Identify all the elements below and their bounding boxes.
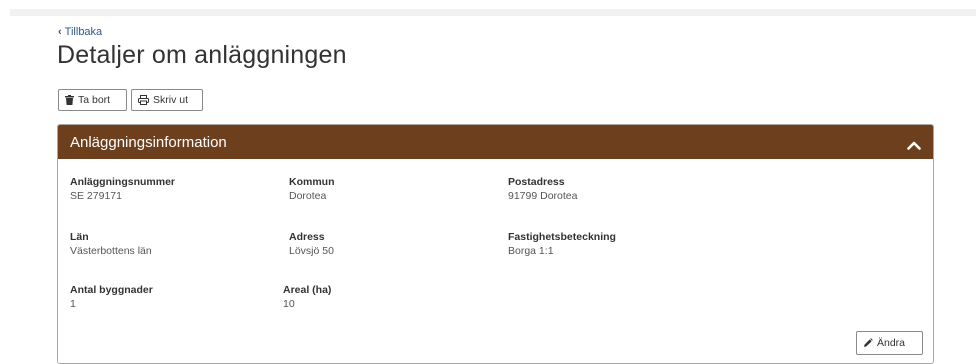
field-value: 10 bbox=[283, 298, 295, 310]
chevron-left-icon: ‹ bbox=[58, 25, 62, 38]
top-bar bbox=[0, 0, 976, 16]
back-link[interactable]: ‹ Tillbaka bbox=[58, 26, 102, 38]
panel-header[interactable]: Anläggningsinformation bbox=[58, 125, 933, 159]
field-postadress: Postadress 91799 Dorotea bbox=[508, 176, 577, 202]
field-antal-byggnader: Antal byggnader 1 bbox=[70, 284, 153, 310]
back-link-label: Tillbaka bbox=[64, 26, 103, 38]
field-value: Västerbottens län bbox=[70, 245, 152, 257]
field-label: Län bbox=[70, 231, 89, 243]
field-label: Antal byggnader bbox=[70, 284, 153, 296]
trash-icon bbox=[65, 95, 74, 105]
field-value: SE 279171 bbox=[70, 190, 122, 202]
panel-title: Anläggningsinformation bbox=[70, 133, 227, 151]
field-label: Anläggningsnummer bbox=[70, 176, 176, 188]
facility-info-panel: Anläggningsinformation Anläggningsnummer… bbox=[57, 124, 934, 364]
top-bar-strip bbox=[10, 9, 976, 16]
edit-button-label: Ändra bbox=[877, 337, 906, 349]
printer-icon bbox=[138, 95, 149, 105]
field-value: Dorotea bbox=[289, 190, 327, 202]
delete-button[interactable]: Ta bort bbox=[58, 89, 127, 111]
field-value: Lövsjö 50 bbox=[289, 245, 334, 257]
field-label: Kommun bbox=[289, 176, 335, 188]
field-label: Postadress bbox=[508, 176, 565, 188]
field-label: Fastighetsbeteckning bbox=[508, 231, 616, 243]
field-adress: Adress Lövsjö 50 bbox=[289, 231, 334, 257]
field-label: Adress bbox=[289, 231, 325, 243]
field-fastighetsbeteckning: Fastighetsbeteckning Borga 1:1 bbox=[508, 231, 616, 257]
field-areal: Areal (ha) 10 bbox=[283, 284, 331, 310]
print-button[interactable]: Skriv ut bbox=[131, 89, 203, 111]
field-lan: Län Västerbottens län bbox=[70, 231, 152, 257]
edit-button[interactable]: Ändra bbox=[856, 331, 923, 355]
field-value: 91799 Dorotea bbox=[508, 190, 578, 202]
chevron-up-icon[interactable] bbox=[907, 137, 921, 150]
field-anlaggningsnummer: Anläggningsnummer SE 279171 bbox=[70, 176, 175, 202]
field-value: 1 bbox=[70, 298, 76, 310]
field-kommun: Kommun Dorotea bbox=[289, 176, 335, 202]
delete-button-label: Ta bort bbox=[78, 94, 111, 106]
field-label: Areal (ha) bbox=[283, 284, 332, 296]
print-button-label: Skriv ut bbox=[153, 94, 189, 106]
field-value: Borga 1:1 bbox=[508, 245, 554, 257]
page-title: Detaljer om anläggningen bbox=[57, 41, 347, 69]
pencil-icon bbox=[863, 338, 873, 348]
